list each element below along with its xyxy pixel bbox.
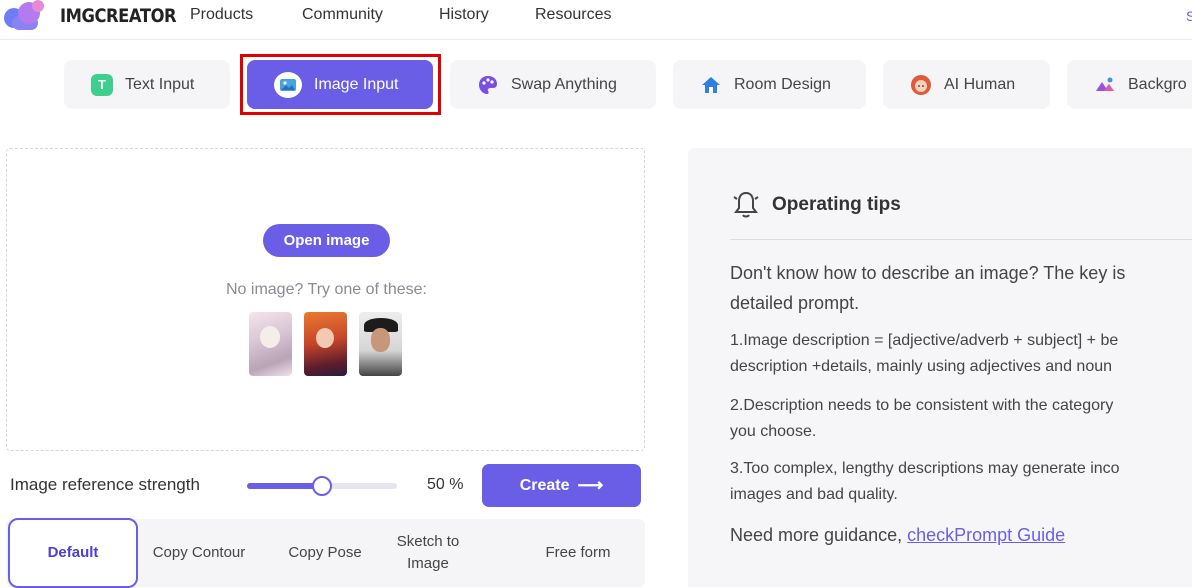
upload-dropzone[interactable]: Open image No image? Try one of these: [6, 148, 645, 451]
tab-swap-anything[interactable]: Swap Anything [450, 60, 656, 109]
create-button[interactable]: Create ⟶ [482, 464, 641, 507]
mode-copy-pose[interactable]: Copy Pose [272, 519, 378, 587]
tab-label: Backgro [1128, 75, 1187, 93]
sample-hint: No image? Try one of these: [226, 281, 427, 298]
tip-line: 1.Image description = [adjective/adverb … [730, 332, 1119, 349]
tip-line: you choose. [730, 423, 817, 440]
tip-intro: Don't know how to describe an image? The… [730, 258, 1192, 318]
tab-text-input[interactable]: T Text Input [64, 60, 230, 109]
nav-edge-link[interactable]: S [1186, 8, 1192, 22]
tips-header: Operating tips [732, 190, 901, 220]
top-nav: IMGCREATOR Products Community History Re… [0, 0, 1192, 40]
tab-room-design[interactable]: Room Design [673, 60, 866, 109]
guide-prompt: Need more guidance, checkPrompt Guide [730, 521, 1192, 549]
tab-highlight-frame [240, 54, 441, 115]
nav-link-resources[interactable]: Resources [535, 6, 611, 24]
tab-background[interactable]: Backgro [1067, 60, 1192, 109]
mode-copy-contour[interactable]: Copy Contour [140, 519, 258, 587]
tip-item: 3.Too complex, lengthy descriptions may … [730, 456, 1192, 508]
slider-handle[interactable] [312, 476, 332, 496]
tip-line: images and bad quality. [730, 486, 898, 503]
sample-thumbnail[interactable] [304, 312, 347, 376]
text-t-icon: T [91, 73, 113, 96]
strength-slider[interactable] [247, 476, 397, 496]
tip-line: 2.Description needs to be consistent wit… [730, 397, 1114, 414]
brand-name: IMGCREATOR [60, 5, 177, 27]
person-icon [910, 74, 932, 96]
bell-icon [733, 191, 759, 218]
divider [730, 239, 1192, 240]
nav-link-community[interactable]: Community [302, 6, 383, 24]
prompt-guide-link[interactable]: checkPrompt Guide [907, 525, 1065, 545]
nav-link-products[interactable]: Products [190, 6, 253, 24]
tip-line: description +details, mainly using adjec… [730, 358, 1113, 375]
slider-fill [247, 483, 322, 489]
tip-line: 3.Too complex, lengthy descriptions may … [730, 460, 1120, 477]
tip-line: Don't know how to describe an image? The… [730, 263, 1126, 283]
tab-label: Swap Anything [511, 75, 617, 93]
strength-label: Image reference strength [10, 475, 200, 494]
create-label: Create [519, 476, 570, 494]
background-icon [1094, 74, 1116, 96]
nav-link-history[interactable]: History [439, 6, 489, 24]
mode-default[interactable]: Default [8, 518, 138, 588]
brand-logo[interactable]: IMGCREATOR [4, 0, 195, 32]
tip-item: 2.Description needs to be consistent wit… [730, 393, 1192, 445]
mode-sketch-to-image[interactable]: Sketch to Image [384, 519, 472, 587]
house-icon [700, 74, 722, 96]
tips-title: Operating tips [772, 194, 901, 215]
tab-label: AI Human [944, 75, 1016, 93]
open-image-button[interactable]: Open image [263, 224, 390, 257]
sample-thumbnail[interactable] [359, 312, 402, 376]
arrow-right-icon: ⟶ [577, 475, 604, 495]
mode-free-form[interactable]: Free form [526, 519, 630, 587]
logo-icon [4, 0, 52, 32]
guide-prefix: Need more guidance, [730, 525, 908, 545]
sample-thumbnail[interactable] [249, 312, 292, 376]
tab-label: Room Design [734, 75, 831, 93]
tab-label: Text Input [125, 75, 195, 93]
tip-line: detailed prompt. [730, 293, 860, 313]
mode-selector: Default Copy Contour Copy Pose Sketch to… [6, 518, 645, 588]
tips-panel: Operating tips Don't know how to describ… [688, 148, 1192, 587]
strength-value: 50 % [427, 476, 464, 493]
palette-icon [477, 74, 499, 96]
tab-ai-human[interactable]: AI Human [883, 60, 1050, 109]
tip-item: 1.Image description = [adjective/adverb … [730, 328, 1192, 380]
